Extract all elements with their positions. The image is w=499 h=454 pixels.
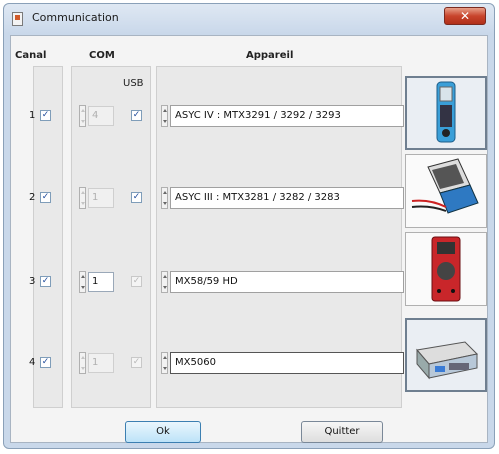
- device-spinner[interactable]: [161, 352, 168, 374]
- header-usb: USB: [123, 78, 144, 89]
- header-com: COM: [89, 50, 115, 61]
- canal-checkbox[interactable]: ✓: [40, 357, 51, 368]
- handheld-multimeter-icon[interactable]: [405, 76, 487, 150]
- usb-checkbox[interactable]: ✓: [131, 276, 142, 287]
- com-spinner[interactable]: [79, 352, 86, 374]
- com-port-field[interactable]: 4: [88, 106, 114, 126]
- canal-checkbox[interactable]: ✓: [40, 192, 51, 203]
- quit-button[interactable]: Quitter: [301, 421, 383, 443]
- device-field[interactable]: ASYC III : MTX3281 / 3282 / 3283: [170, 187, 404, 209]
- close-button[interactable]: ✕: [444, 7, 486, 25]
- header-canal: Canal: [15, 50, 47, 61]
- canal-checkbox[interactable]: ✓: [40, 110, 51, 121]
- device-spinner[interactable]: [161, 187, 168, 209]
- canal-number: 2: [29, 192, 36, 203]
- title-bar: Communication ✕: [4, 4, 494, 34]
- com-port-field[interactable]: 1: [88, 272, 114, 292]
- device-spinner[interactable]: [161, 105, 168, 127]
- red-multimeter-icon[interactable]: [405, 232, 487, 306]
- com-spinner[interactable]: [79, 105, 86, 127]
- bench-instrument-icon[interactable]: [405, 318, 487, 392]
- usb-checkbox[interactable]: ✓: [131, 192, 142, 203]
- com-port-field[interactable]: 1: [88, 188, 114, 208]
- dialog-body: Canal COM Appareil USB 1 ✓ 4 ✓ ASYC IV :…: [10, 35, 488, 443]
- canal-number: 3: [29, 276, 36, 287]
- usb-checkbox[interactable]: ✓: [131, 357, 142, 368]
- device-field[interactable]: MX5060: [170, 352, 404, 374]
- window-title: Communication: [32, 11, 119, 24]
- canal-number: 1: [29, 110, 36, 121]
- usb-checkbox[interactable]: ✓: [131, 110, 142, 121]
- device-field[interactable]: ASYC IV : MTX3291 / 3292 / 3293: [170, 105, 404, 127]
- com-spinner[interactable]: [79, 271, 86, 293]
- canal-number: 4: [29, 357, 36, 368]
- device-field[interactable]: MX58/59 HD: [170, 271, 404, 293]
- multimeter-case-icon[interactable]: [405, 154, 487, 228]
- app-icon: [12, 12, 23, 26]
- com-spinner[interactable]: [79, 187, 86, 209]
- canal-checkbox[interactable]: ✓: [40, 276, 51, 287]
- header-appareil: Appareil: [246, 50, 294, 61]
- device-spinner[interactable]: [161, 271, 168, 293]
- communication-window: Communication ✕ Canal COM Appareil USB 1…: [3, 3, 495, 449]
- com-port-field[interactable]: 1: [88, 353, 114, 373]
- ok-button[interactable]: Ok: [125, 421, 201, 443]
